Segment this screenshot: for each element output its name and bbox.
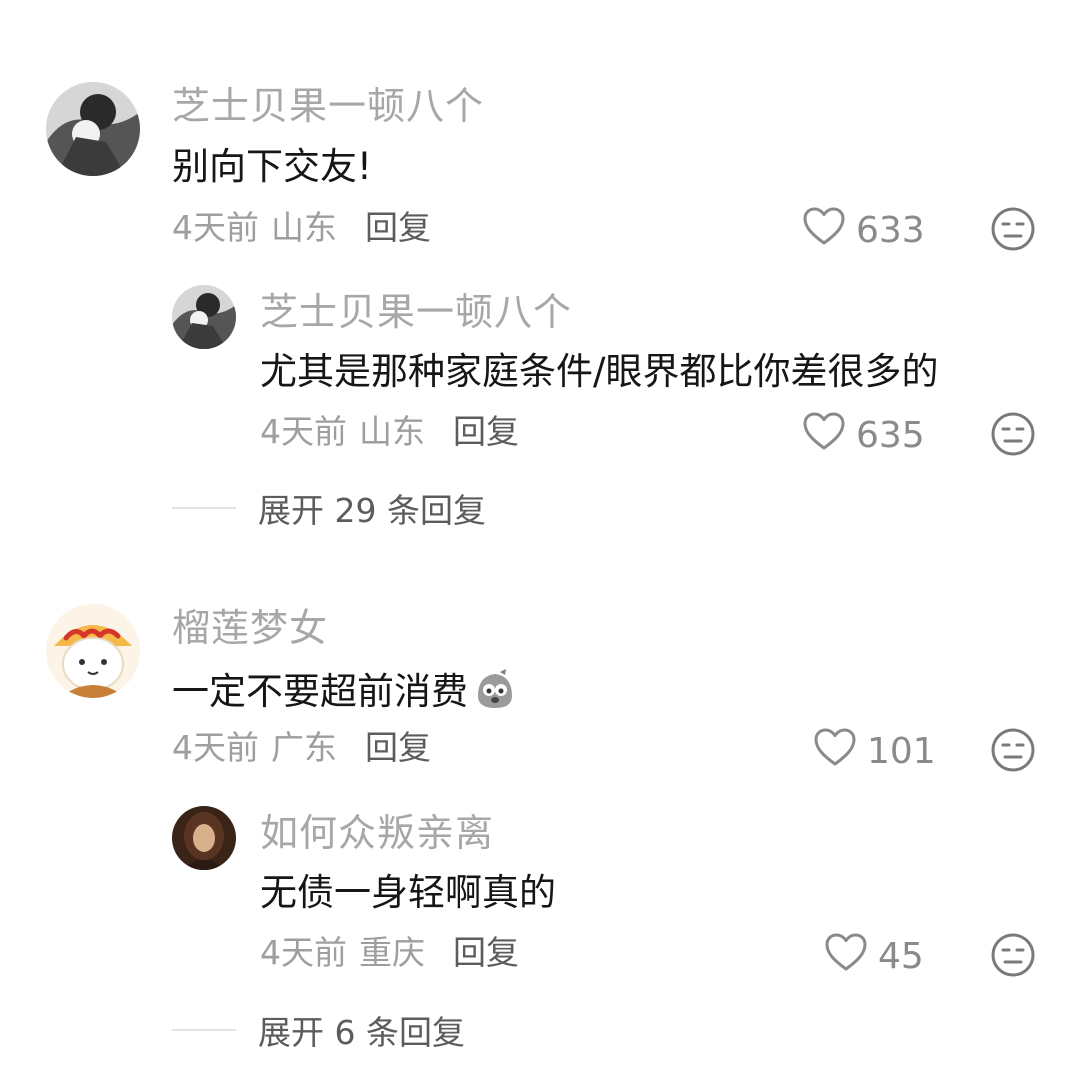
divider <box>172 507 236 509</box>
reply-text: 无债一身轻啊真的 <box>260 871 556 914</box>
comment-username[interactable]: 芝士贝果一顿八个 <box>172 84 484 128</box>
worried-face-emoji <box>472 666 518 712</box>
comment-text-content: 一定不要超前消费 <box>172 670 468 713</box>
like-button[interactable]: 101 <box>813 727 936 776</box>
heart-icon <box>802 411 846 460</box>
reply-time: 4天前 <box>260 933 347 972</box>
comment-time: 4天前 <box>172 208 259 247</box>
like-button[interactable]: 45 <box>824 932 924 981</box>
meh-face-icon <box>990 411 1036 457</box>
expand-replies-button[interactable]: 展开 6 条回复 <box>172 1006 465 1054</box>
reply-location: 山东 <box>359 412 425 451</box>
reply-meta: 4天前 山东 回复 <box>260 412 519 452</box>
like-count: 635 <box>856 415 925 456</box>
meh-face-icon <box>990 206 1036 252</box>
reply-button[interactable]: 回复 <box>365 208 431 247</box>
reply-button[interactable]: 回复 <box>453 412 519 451</box>
like-button[interactable]: 633 <box>802 206 925 255</box>
heart-icon <box>813 727 857 776</box>
comment-location: 山东 <box>271 208 337 247</box>
comment-time: 4天前 <box>172 728 259 767</box>
avatar[interactable] <box>46 604 140 698</box>
expand-replies-button[interactable]: 展开 29 条回复 <box>172 484 486 532</box>
dislike-button[interactable] <box>990 206 1036 252</box>
comment-text: 别向下交友! <box>172 145 372 188</box>
like-button[interactable]: 635 <box>802 411 925 460</box>
heart-icon <box>824 932 868 981</box>
expand-replies-label: 展开 6 条回复 <box>258 1013 465 1052</box>
comment-username[interactable]: 榴莲梦女 <box>172 606 328 650</box>
reply-button[interactable]: 回复 <box>453 933 519 972</box>
comment-meta: 4天前 山东 回复 <box>172 208 431 248</box>
like-count: 101 <box>867 731 936 772</box>
expand-replies-label: 展开 29 条回复 <box>258 491 486 530</box>
dislike-button[interactable] <box>990 727 1036 773</box>
avatar[interactable] <box>172 285 236 349</box>
avatar[interactable] <box>46 82 140 176</box>
reply-location: 重庆 <box>359 933 425 972</box>
comment-location: 广东 <box>271 728 337 767</box>
reply-text: 尤其是那种家庭条件/眼界都比你差很多的 <box>260 350 939 393</box>
dislike-button[interactable] <box>990 932 1036 978</box>
reply-button[interactable]: 回复 <box>365 728 431 767</box>
avatar[interactable] <box>172 806 236 870</box>
like-count: 45 <box>878 936 924 977</box>
dislike-button[interactable] <box>990 411 1036 457</box>
reply-time: 4天前 <box>260 412 347 451</box>
heart-icon <box>802 206 846 255</box>
comment-meta: 4天前 广东 回复 <box>172 728 431 768</box>
reply-meta: 4天前 重庆 回复 <box>260 933 519 973</box>
reply-username[interactable]: 芝士贝果一顿八个 <box>260 290 572 334</box>
like-count: 633 <box>856 210 925 251</box>
meh-face-icon <box>990 727 1036 773</box>
comment-text: 一定不要超前消费 <box>172 666 518 714</box>
divider <box>172 1029 236 1031</box>
reply-username[interactable]: 如何众叛亲离 <box>260 811 494 855</box>
meh-face-icon <box>990 932 1036 978</box>
